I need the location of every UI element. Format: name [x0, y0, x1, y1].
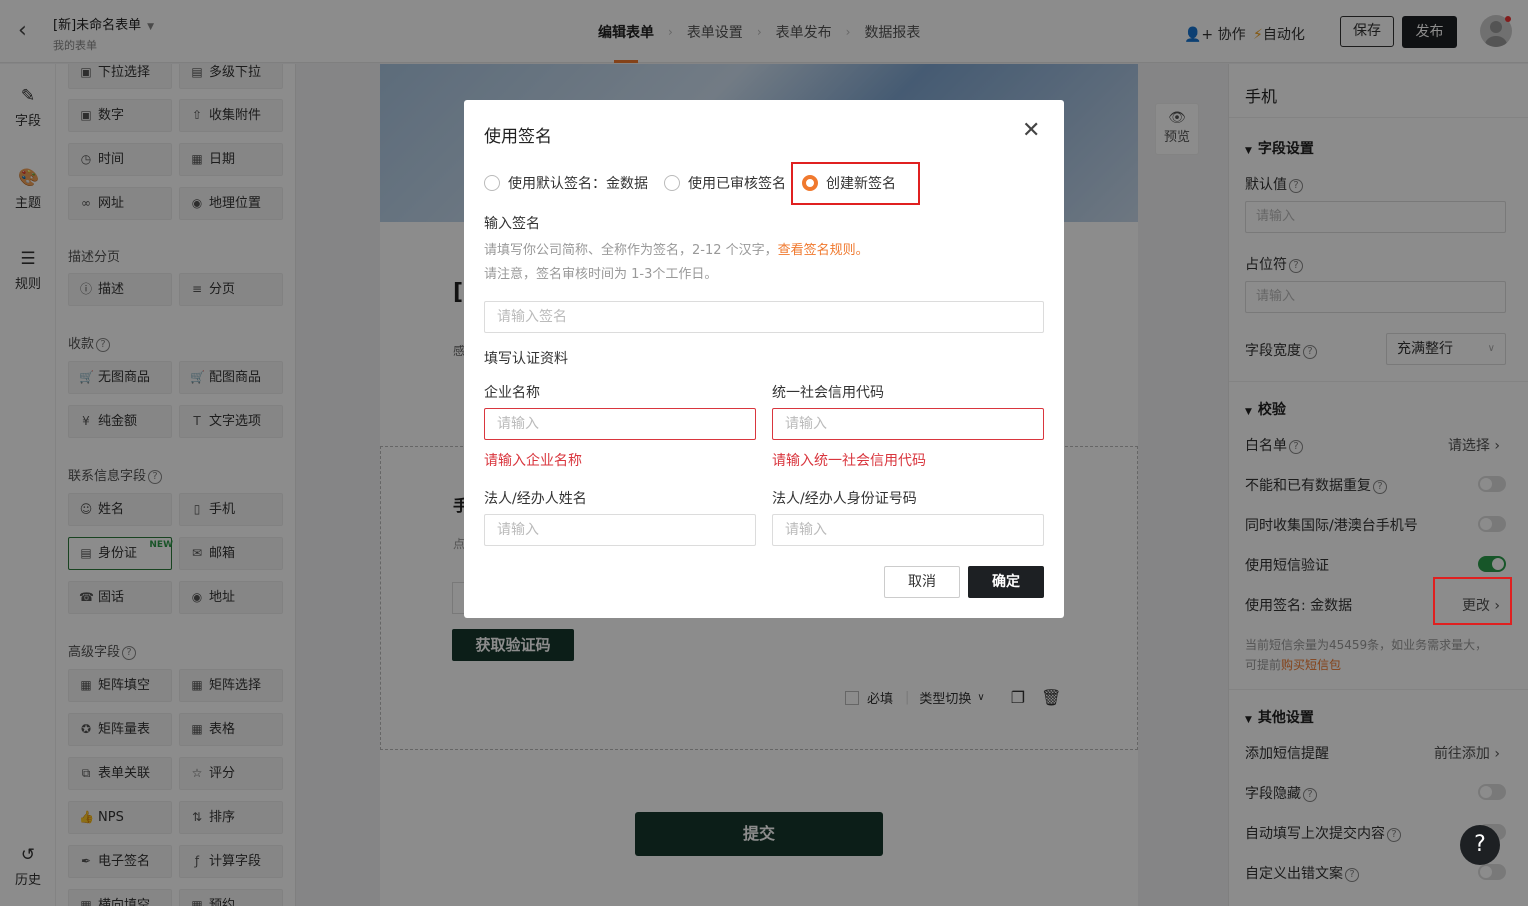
signature-hint-2: 请注意，签名审核时间为 1-3个工作日。: [484, 267, 718, 282]
close-icon[interactable]: ✕: [1022, 120, 1040, 142]
highlight-box-new-signature: [791, 162, 920, 205]
company-name-error: 请输入企业名称: [484, 453, 582, 469]
credit-code-input[interactable]: 请输入: [772, 408, 1044, 440]
legal-name-input[interactable]: 请输入: [484, 514, 756, 546]
credit-code-label: 统一社会信用代码: [772, 385, 884, 401]
help-button[interactable]: ?: [1460, 825, 1500, 865]
radio-approved[interactable]: [664, 175, 680, 191]
confirm-button[interactable]: 确定: [968, 566, 1044, 598]
company-name-label: 企业名称: [484, 385, 540, 401]
option-default-signature[interactable]: 使用默认签名：金数据: [484, 173, 648, 193]
legal-id-input[interactable]: 请输入: [772, 514, 1044, 546]
signature-rules-link[interactable]: 查看签名规则。: [778, 243, 869, 258]
modal-title: 使用签名: [484, 127, 552, 147]
radio-default[interactable]: [484, 175, 500, 191]
legal-id-label: 法人/经办人身份证号码: [772, 491, 917, 507]
legal-name-label: 法人/经办人姓名: [484, 491, 587, 507]
option-approved-signature[interactable]: 使用已审核签名: [664, 173, 786, 193]
cert-section-label: 填写认证资料: [484, 351, 568, 367]
highlight-box-change: [1433, 577, 1512, 625]
cancel-button[interactable]: 取消: [884, 566, 960, 598]
credit-code-error: 请输入统一社会信用代码: [772, 453, 926, 469]
company-name-input[interactable]: 请输入: [484, 408, 756, 440]
input-signature-label: 输入签名: [484, 216, 540, 232]
signature-modal: 使用签名 ✕ 使用默认签名：金数据 使用已审核签名 创建新签名 输入签名 请填写…: [464, 100, 1064, 618]
signature-hint-1: 请填写你公司简称、全称作为签名，2-12 个汉字，查看签名规则。: [484, 243, 869, 258]
signature-input[interactable]: 请输入签名: [484, 301, 1044, 333]
